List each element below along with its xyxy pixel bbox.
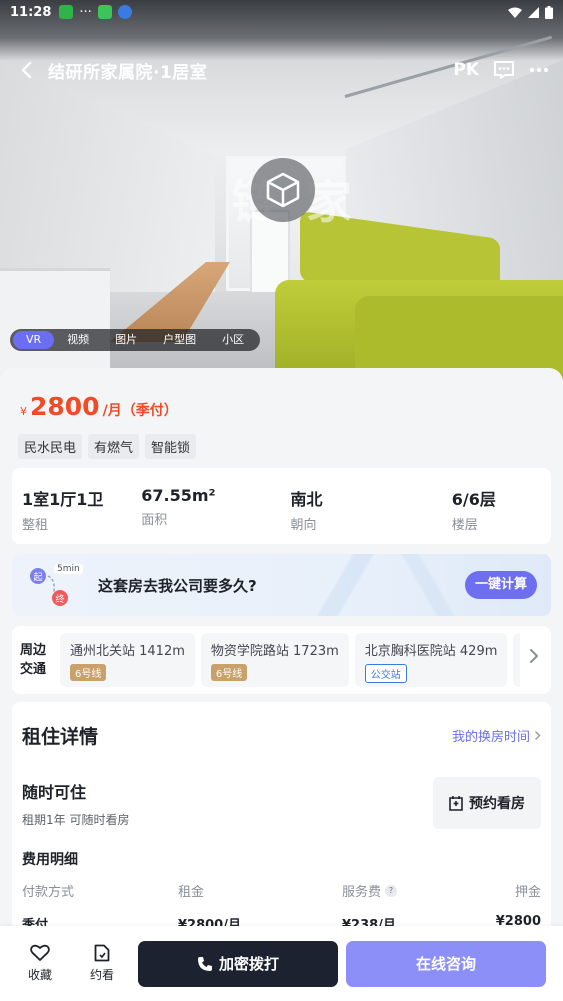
status-time: 11:28 [10,4,52,20]
calculate-commute-button[interactable]: 一键计算 [464,571,537,599]
price-currency: ¥ [20,405,27,418]
spec-label: 朝向 [290,518,317,533]
call-button[interactable]: 加密拨打 [138,940,338,987]
station-item[interactable]: 北京胸科医院站 429m 公交站 [354,633,508,687]
document-icon [94,944,110,962]
fee-header: 付款方式 [22,885,75,900]
spec-label: 面积 [141,513,168,528]
station-item[interactable]: 北 [513,633,520,687]
route-time: 5min [54,564,83,574]
message-icon[interactable] [493,60,515,80]
station-name: 北京胸科医院站 429m [364,644,498,659]
feature-tag: 智能锁 [145,434,197,459]
line-badge: 公交站 [364,664,407,683]
pk-button[interactable]: PK [453,60,479,80]
feature-tag: 有燃气 [88,434,140,459]
station-item[interactable]: 通州北关站 1412m 6号线 [60,633,195,687]
tab-community[interactable]: 小区 [209,331,257,349]
back-button[interactable] [14,58,38,82]
appointment-label: 约看 [89,968,114,982]
chevron-right-icon[interactable] [529,648,539,664]
appointment-button[interactable]: 约看 [76,944,128,983]
line-badge: 6号线 [70,664,107,681]
spec-value: 1室1厅1卫 [22,490,104,509]
more-icon[interactable] [529,67,549,73]
line-badge: 6号线 [210,664,248,681]
station-name: 物资学院路站 1723m [210,644,339,659]
price-amount: 2800 [30,392,100,421]
spec-orientation: 南北 朝向 [231,486,380,544]
station-list[interactable]: 通州北关站 1412m 6号线 物资学院路站 1723m 6号线 北京胸科医院站… [60,633,520,687]
commute-question: 这套房去我公司要多久? [98,576,257,595]
specs-card: 1室1厅1卫 整租 67.55m² 面积 南北 朝向 6/6层 楼层 [12,468,551,544]
chevron-right-icon [534,730,541,741]
station-name: 通州北关站 1412m [70,644,185,659]
calendar-icon [449,796,463,811]
spec-area: 67.55m² 面积 [111,486,230,544]
route-icon: 起 5min 终 [28,562,84,608]
section-title: 租住详情 [22,726,99,748]
transit-card: 周边交通 通州北关站 1412m 6号线 物资学院路站 1723m 6号线 北京… [12,626,551,694]
station-item[interactable]: 物资学院路站 1723m 6号线 [200,633,349,687]
favorite-button[interactable]: 收藏 [14,944,66,983]
fee-header-row: 付款方式 租金 服务费 ? 押金 [22,881,541,900]
detail-sheet: ¥ 2800 /月（季付） 民水民电 有燃气 智能锁 1室1厅1卫 整租 67.… [0,368,563,928]
price-unit: /月（季付） [102,403,178,419]
move-time-link[interactable]: 我的换房时间 [452,726,541,745]
fee-header: 押金 [514,885,541,900]
feature-tag: 民水民电 [18,434,83,459]
spec-value: 6/6层 [451,490,496,509]
route-end: 终 [52,590,68,606]
spec-layout: 1室1厅1卫 整租 [22,486,111,544]
photo-cabinet [0,268,110,380]
bottom-action-bar: 收藏 约看 加密拨打 在线咨询 [0,926,563,1001]
book-viewing-label: 预约看房 [469,796,525,812]
status-app-icon [97,5,112,19]
spec-label: 楼层 [451,518,478,533]
signal-icon [528,6,539,18]
spec-value: 南北 [290,490,323,509]
tab-vr[interactable]: VR [13,331,55,349]
route-start: 起 [30,568,46,584]
tab-floorplan[interactable]: 户型图 [150,331,209,349]
media-tabs: VR 视频 图片 户型图 小区 [10,329,261,351]
favorite-label: 收藏 [27,968,52,982]
status-app-icon [59,5,74,19]
availability-title: 随时可住 [22,782,87,802]
fee-header: 服务费 [342,885,382,900]
availability-subtitle: 租期1年 可随时看房 [22,812,130,827]
status-bar: 11:28 ··· [0,0,563,24]
tab-photos[interactable]: 图片 [102,331,150,349]
wifi-icon [508,7,522,18]
tab-video[interactable]: 视频 [54,331,102,349]
status-more-icon: ··· [79,4,92,20]
chevron-left-icon [21,61,32,79]
price: ¥ 2800 /月（季付） [20,392,178,421]
online-consult-label: 在线咨询 [415,955,476,973]
move-time-link-label: 我的换房时间 [451,730,530,745]
status-app-icon [117,5,132,19]
spec-value: 67.55m² [141,486,216,505]
call-label: 加密拨打 [218,955,279,973]
spec-label: 整租 [22,518,49,533]
phone-icon [197,956,212,971]
heart-icon [30,944,50,961]
spec-floor: 6/6层 楼层 [380,486,541,544]
help-icon[interactable]: ? [385,884,398,897]
commute-card[interactable]: 起 5min 终 这套房去我公司要多久? 一键计算 [12,554,551,616]
fee-title: 费用明细 [22,852,78,868]
top-nav: 结研所家属院·1居室 PK [0,52,563,88]
vr-cube-icon[interactable] [251,158,315,222]
rent-details-card: 租住详情 我的换房时间 随时可住 租期1年 可随时看房 预约看房 费用明细 付款… [12,702,551,928]
feature-tags: 民水民电 有燃气 智能锁 [18,434,197,459]
transit-title: 周边交通 [20,643,47,677]
book-viewing-button[interactable]: 预约看房 [433,777,541,829]
online-consult-button[interactable]: 在线咨询 [346,940,546,987]
fee-header: 租金 [178,885,205,900]
page-title: 结研所家属院·1居室 [48,62,208,83]
battery-icon [545,5,553,19]
